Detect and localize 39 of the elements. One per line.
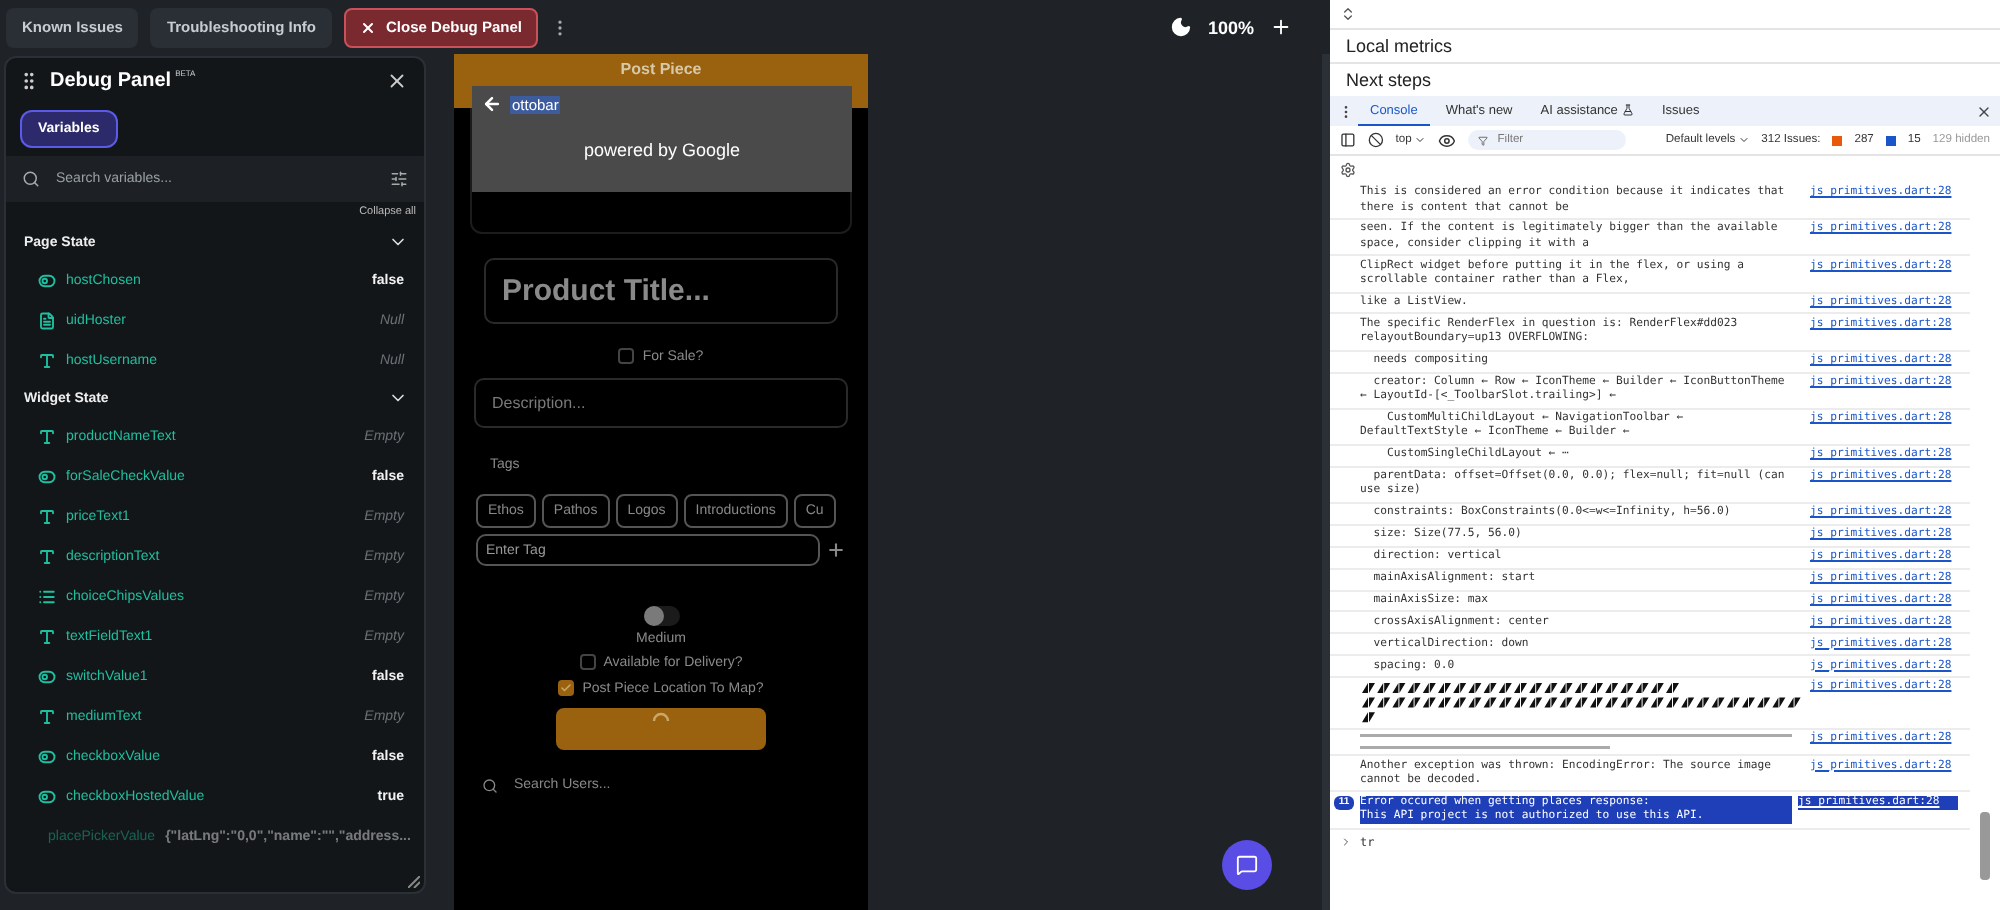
eye-icon[interactable] [1437,131,1456,149]
chat-icon [1236,854,1258,876]
settings-icon[interactable] [1340,161,1356,177]
clear-icon[interactable] [1367,132,1384,148]
error-square-icon [1832,135,1843,145]
checkbox[interactable] [558,680,575,696]
chat-button[interactable] [1222,840,1272,890]
checkbox[interactable] [579,654,596,670]
back-arrow-icon[interactable] [482,94,502,114]
resize-handle-icon[interactable] [408,876,420,888]
close-icon[interactable] [1976,103,1992,119]
filter-icon [1477,135,1488,145]
scrollbar[interactable] [1980,812,1990,880]
zoom-in-icon[interactable] [1270,16,1292,38]
prompt-icon [1340,836,1352,849]
close-icon [360,19,377,35]
drag-handle-icon[interactable] [18,69,40,91]
section-heading[interactable]: Next steps [1346,70,1432,90]
app-title: Post Piece [620,60,702,82]
close-icon[interactable] [386,69,408,91]
search-icon [482,777,498,793]
info-square-icon [1885,135,1896,145]
moon-icon[interactable] [1169,16,1192,38]
checkbox[interactable] [618,348,635,364]
zoom-level: 100% [1207,17,1254,37]
sidebar-icon[interactable] [1340,132,1356,148]
caret-icon [1737,134,1750,146]
attribution-text: powered by Google [583,140,741,160]
product-title-field[interactable]: Product Title... [484,258,838,324]
search-icon [22,170,40,188]
description-field[interactable]: Description... [474,378,848,428]
caret-icon [1413,134,1426,146]
section-heading[interactable]: Local metrics [1346,36,1453,56]
switch[interactable] [643,606,679,626]
expand-icon[interactable] [1340,6,1356,22]
flask-icon [1621,104,1634,116]
add-icon[interactable] [826,540,846,560]
filter-icon[interactable] [390,170,408,188]
panel-title: Debug Panel [50,69,172,91]
